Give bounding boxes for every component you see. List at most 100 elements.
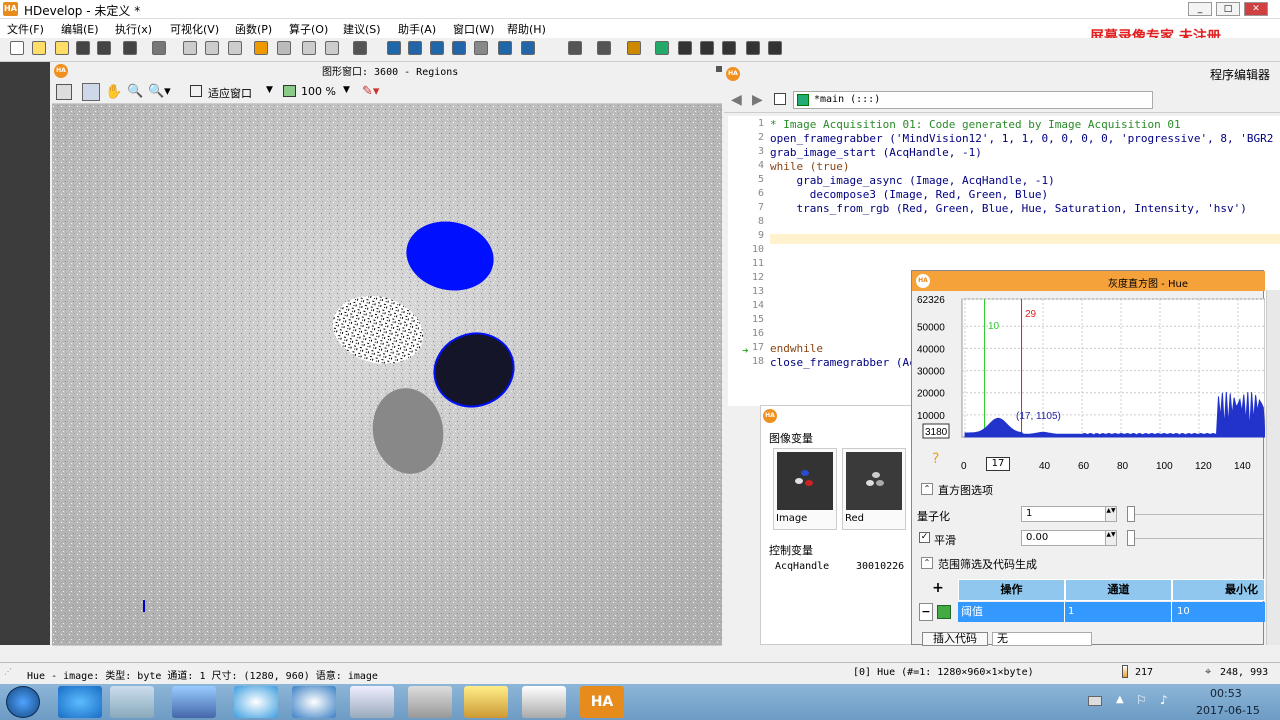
save-all-icon[interactable] (123, 41, 137, 55)
save-icon[interactable] (76, 41, 90, 55)
cut-icon[interactable] (183, 41, 197, 55)
menu-item-6[interactable]: 建议(S) (343, 21, 381, 37)
x-value-input[interactable]: 17 (986, 457, 1010, 471)
chevron-down-icon[interactable]: ▼ (266, 85, 273, 95)
quantization-input[interactable]: 1 (1021, 506, 1117, 522)
add-row-button[interactable]: + (919, 580, 957, 600)
code-line[interactable]: trans_from_rgb (Red, Green, Blue, Hue, S… (770, 202, 1246, 215)
redo-icon[interactable] (277, 41, 291, 55)
fit-window-select[interactable]: 适应窗口 (208, 85, 252, 101)
smooth-input[interactable]: 0.00 (1021, 530, 1117, 546)
step-over-icon[interactable] (408, 41, 422, 55)
row-min[interactable]: 10 (1172, 602, 1265, 622)
zoom-level-select[interactable]: 100 % (301, 85, 336, 98)
halcon-app-icon[interactable]: HA (580, 686, 624, 718)
start-button[interactable] (6, 686, 40, 718)
smooth-spinner[interactable]: ▲▼ (1105, 530, 1117, 546)
paint-app-icon[interactable] (522, 686, 566, 718)
quantization-slider[interactable] (1127, 506, 1135, 522)
quantization-spinner[interactable]: ▲▼ (1105, 506, 1117, 522)
ie-taskbar-icon[interactable] (58, 686, 102, 718)
pointer-icon[interactable] (82, 83, 100, 101)
pencil-icon[interactable] (56, 84, 72, 100)
menu-item-1[interactable]: 编辑(E) (61, 21, 99, 37)
menu-item-8[interactable]: 窗口(W) (453, 21, 494, 37)
save-as-icon[interactable] (97, 41, 111, 55)
folder-app-icon[interactable] (464, 686, 508, 718)
hand-icon[interactable]: ✋ (105, 84, 122, 100)
forward-arrow-icon[interactable]: ▶ (752, 92, 763, 108)
insert-code-select[interactable]: 无 (992, 632, 1092, 646)
maximize-button[interactable]: □ (1216, 2, 1240, 16)
open-file-icon[interactable] (32, 41, 46, 55)
chevron-down-icon[interactable]: ▼ (343, 85, 350, 95)
ocr-icon[interactable] (768, 41, 782, 55)
tray-arrow-icon[interactable]: ▲ (1116, 694, 1124, 705)
insert-code-button[interactable]: 插入代码 (922, 632, 988, 646)
explorer-app-icon[interactable] (110, 686, 154, 718)
back-arrow-icon[interactable]: ◀ (731, 92, 742, 108)
keyboard-icon[interactable] (1088, 696, 1102, 706)
col-header-min[interactable]: 最小化 (1172, 579, 1265, 601)
control-var-name[interactable]: AcqHandle (775, 561, 829, 572)
zoom-menu-icon[interactable]: 🔍▾ (148, 84, 171, 99)
print-icon[interactable] (152, 41, 166, 55)
code-line[interactable]: while (true) (770, 160, 849, 173)
help-icon[interactable]: ? (932, 451, 939, 467)
panel-close-icon[interactable] (716, 66, 722, 72)
code-line[interactable]: grab_image_async (Image, AcqHandle, -1) (770, 174, 1054, 187)
reset-icon[interactable] (498, 41, 512, 55)
col-header-channel[interactable]: 通道 (1065, 579, 1172, 601)
menu-item-0[interactable]: 文件(F) (7, 21, 44, 37)
menu-item-9[interactable]: 帮助(H) (507, 21, 546, 37)
menu-item-4[interactable]: 函数(P) (235, 21, 272, 37)
clock-time[interactable]: 00:53 (1210, 687, 1242, 700)
network-icon[interactable]: ⚐ (1136, 693, 1147, 707)
clock-date[interactable]: 2017-06-15 (1196, 704, 1260, 717)
window-app-icon[interactable] (350, 686, 394, 718)
menu-item-5[interactable]: 算子(O) (289, 21, 328, 37)
collapse-icon[interactable]: ⌃ (921, 483, 933, 495)
paste-icon[interactable] (228, 41, 242, 55)
thumb-red[interactable]: Red (842, 448, 906, 530)
close-button[interactable]: ✕ (1244, 2, 1268, 16)
col-header-op[interactable]: 操作 (958, 579, 1065, 601)
undo-icon[interactable] (254, 41, 268, 55)
breakpoint-icon[interactable] (568, 41, 582, 55)
qq-app-icon[interactable] (234, 686, 278, 718)
find-icon[interactable] (353, 41, 367, 55)
step-into-icon[interactable] (430, 41, 444, 55)
new-file-icon[interactable] (10, 41, 24, 55)
histogram-icon[interactable] (678, 41, 692, 55)
browser-app-icon[interactable] (292, 686, 336, 718)
visual-icon[interactable] (655, 41, 669, 55)
smooth-slider[interactable] (1127, 530, 1135, 546)
row-op[interactable]: 阈值 (958, 602, 1065, 622)
code-line[interactable]: endwhile (770, 342, 823, 355)
code-line[interactable]: decompose3 (Image, Red, Green, Blue) (770, 188, 1048, 201)
step-out-icon[interactable] (452, 41, 466, 55)
inspect-icon[interactable] (722, 41, 736, 55)
row-channel[interactable]: 1 (1065, 602, 1172, 622)
line-profile-icon[interactable] (700, 41, 714, 55)
volume-icon[interactable]: ♪ (1160, 693, 1168, 707)
vertical-scrollbar[interactable] (1266, 290, 1280, 645)
network-app-icon[interactable] (172, 686, 216, 718)
collapse-icon[interactable]: ⌃ (921, 557, 933, 569)
copy-icon[interactable] (205, 41, 219, 55)
remove-row-button[interactable]: − (919, 603, 933, 621)
calculator-app-icon[interactable] (408, 686, 452, 718)
run-icon[interactable] (387, 41, 401, 55)
profile-icon[interactable] (597, 41, 611, 55)
menu-item-3[interactable]: 可视化(V) (170, 21, 219, 37)
code-line[interactable]: close_framegrabber (Ac (770, 356, 916, 369)
measure-icon[interactable] (746, 41, 760, 55)
toolbox-icon[interactable] (627, 41, 641, 55)
color-picker-icon[interactable]: ✎▾ (362, 84, 379, 99)
open-example-icon[interactable] (55, 41, 69, 55)
code-line[interactable]: open_framegrabber ('MindVision12', 1, 1,… (770, 132, 1273, 145)
stop-icon[interactable] (474, 41, 488, 55)
menu-item-7[interactable]: 助手(A) (398, 21, 436, 37)
zoom-icon[interactable]: 🔍 (127, 84, 143, 99)
code-line[interactable]: * Image Acquisition 01: Code generated b… (770, 118, 1181, 131)
